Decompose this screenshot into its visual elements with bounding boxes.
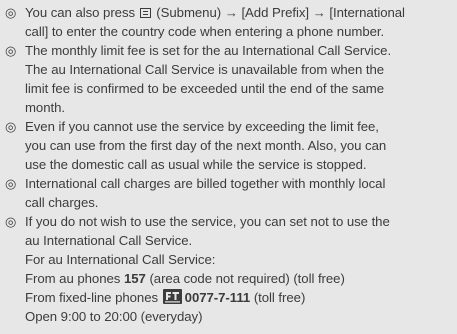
note-line: From fixed-line phones 0077-7-111 (toll … [25, 288, 447, 307]
free-dial-icon [162, 289, 182, 304]
notes-page: ◎ You can also press (Submenu) → [Add Pr… [0, 0, 457, 334]
fixed-line-note: (toll free) [253, 290, 306, 305]
note-add-prefix: ◎ You can also press (Submenu) → [Add Pr… [5, 3, 447, 41]
note-line: call] to enter the country code when ent… [25, 24, 385, 39]
au-phones-label: From au phones [25, 271, 121, 286]
note-text: International call charges are billed to… [25, 174, 447, 212]
note-marker: ◎ [5, 43, 17, 58]
note-line: call charges. [25, 195, 99, 210]
note-text-segment: You can also press [25, 5, 136, 20]
note-opt-out: ◎ If you do not wish to use the service,… [5, 212, 447, 326]
note-line: limit fee is confirmed to be exceeded un… [25, 81, 384, 96]
note-marker: ◎ [5, 119, 17, 134]
note-line: Open 9:00 to 20:00 (everyday) [25, 309, 203, 324]
note-line: use the domestic call as usual while the… [25, 157, 367, 172]
note-line: month. [25, 100, 66, 115]
note-text: If you do not wish to use the service, y… [25, 212, 447, 326]
fixed-line-number: 0077-7-111 [184, 290, 251, 305]
note-text: The monthly limit fee is set for the au … [25, 41, 447, 117]
note-line: If you do not wish to use the service, y… [25, 214, 390, 229]
note-line: From au phones 157 (area code not requir… [25, 269, 447, 288]
note-billing: ◎ International call charges are billed … [5, 174, 447, 212]
note-next-month: ◎ Even if you cannot use the service by … [5, 117, 447, 174]
note-line: you can use from the first day of the ne… [25, 138, 387, 153]
note-line: For au International Call Service: [25, 252, 216, 267]
note-text: You can also press (Submenu) → [Add Pref… [25, 3, 447, 41]
au-phones-number: 157 [123, 271, 146, 286]
note-line: International call charges are billed to… [25, 176, 386, 191]
note-line: The monthly limit fee is set for the au … [25, 43, 392, 58]
submenu-key-icon [139, 8, 151, 18]
au-phones-note: (area code not required) (toll free) [149, 271, 345, 286]
note-line: au International Call Service. [25, 233, 193, 248]
note-text: Even if you cannot use the service by ex… [25, 117, 447, 174]
note-marker: ◎ [5, 5, 17, 20]
note-monthly-limit: ◎ The monthly limit fee is set for the a… [5, 41, 447, 117]
note-text-segment: (Submenu) → [Add Prefix] → [Internationa… [156, 5, 405, 20]
note-line: The au International Call Service is una… [25, 62, 385, 77]
note-marker: ◎ [5, 214, 17, 229]
note-line: Even if you cannot use the service by ex… [25, 119, 379, 134]
fixed-line-label: From fixed-line phones [25, 290, 159, 305]
note-marker: ◎ [5, 176, 17, 191]
note-line: You can also press (Submenu) → [Add Pref… [25, 3, 447, 22]
